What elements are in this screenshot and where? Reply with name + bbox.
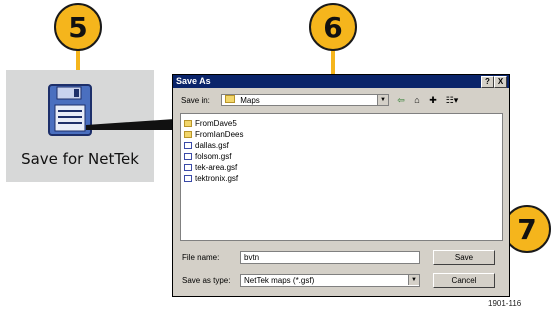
list-item[interactable]: FromDave5 [184,118,237,129]
file-icon [184,142,192,150]
list-item[interactable]: folsom.gsf [184,151,231,162]
close-button[interactable]: X [494,76,507,88]
save-in-value: Maps [240,96,260,105]
help-button[interactable]: ? [481,76,494,88]
save-button[interactable]: Save [433,250,495,265]
new-folder-icon[interactable]: ✚ [427,94,439,106]
figure-id: 1901-116 [488,299,522,308]
file-list[interactable]: FromDave5 FromIanDees dallas.gsf folsom.… [180,113,503,241]
cancel-button[interactable]: Cancel [433,273,495,288]
list-item[interactable]: tek-area.gsf [184,162,237,173]
save-in-label: Save in: [181,96,210,105]
dialog-title: Save As [176,76,211,86]
list-item[interactable]: FromIanDees [184,129,243,140]
file-icon [184,175,192,183]
save-as-type-dropdown[interactable]: NetTek maps (*.gsf) ▼ [240,274,420,287]
save-as-type-label: Save as type: [182,276,231,285]
folder-icon [184,131,192,139]
file-name-label: File name: [182,253,220,262]
list-item[interactable]: tektronix.gsf [184,173,238,184]
up-folder-icon[interactable]: ⌂ [411,94,423,106]
save-as-type-value: NetTek maps (*.gsf) [244,276,315,285]
folder-icon [225,95,235,103]
folder-icon [184,120,192,128]
file-name-field[interactable]: bvtn [240,251,420,264]
file-icon [184,164,192,172]
list-item[interactable]: dallas.gsf [184,140,229,151]
back-icon[interactable]: ⇦ [395,94,407,106]
chevron-down-icon: ▼ [408,275,419,285]
save-as-dialog: Save As ? X Save in: Maps ▼ ⇦ ⌂ ✚ ☷▾ Fro… [172,74,510,297]
dialog-title-bar: Save As ? X [173,75,509,88]
save-in-dropdown[interactable]: Maps ▼ [221,94,389,106]
chevron-down-icon: ▼ [377,95,388,105]
view-menu-icon[interactable]: ☷▾ [443,94,461,106]
file-icon [184,153,192,161]
